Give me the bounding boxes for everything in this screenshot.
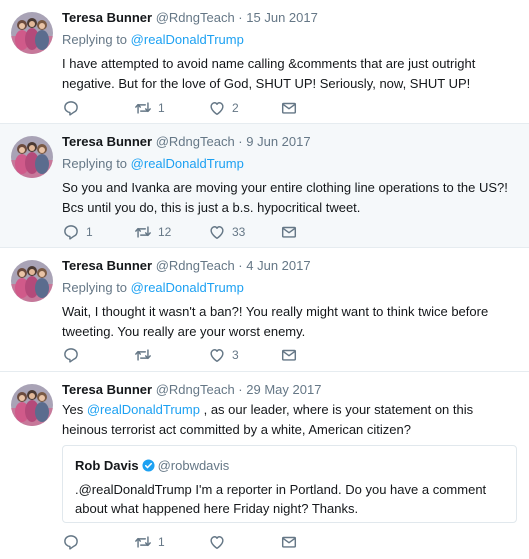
- tweet-date[interactable]: 4 Jun 2017: [246, 258, 310, 273]
- tweet-actions: 1 12 33: [62, 222, 302, 242]
- dm-icon: [280, 346, 298, 364]
- like-button[interactable]: [208, 532, 232, 552]
- tweet-header: Teresa Bunner @RdngTeach · 9 Jun 2017: [62, 134, 311, 150]
- dm-button[interactable]: [280, 345, 298, 365]
- like-button[interactable]: 3: [208, 345, 239, 365]
- mention-link[interactable]: @realDonaldTrump: [131, 280, 244, 295]
- replying-to-line: Replying to @realDonaldTrump: [62, 156, 244, 172]
- quoted-tweet-text: .@realDonaldTrump I'm a reporter in Port…: [75, 482, 487, 516]
- tweet-text: So you and Ivanka are moving your entire…: [62, 180, 508, 215]
- tweet-item[interactable]: Teresa Bunner @RdngTeach · 15 Jun 2017 R…: [0, 0, 529, 124]
- mention-link[interactable]: @realDonaldTrump: [131, 156, 244, 171]
- reply-icon: [62, 533, 80, 551]
- retweet-button[interactable]: [134, 345, 158, 365]
- dm-button[interactable]: [280, 222, 298, 242]
- replying-to-label: Replying to: [62, 280, 128, 295]
- retweet-icon: [134, 346, 152, 364]
- avatar[interactable]: [11, 136, 53, 178]
- dm-button[interactable]: [280, 532, 298, 552]
- tweet-text-prefix: Yes: [62, 402, 87, 417]
- like-count: 33: [232, 225, 246, 239]
- quoted-tweet[interactable]: Rob Davis @robwdavis .@realDonaldTrump I'…: [62, 445, 517, 523]
- like-icon: [208, 346, 226, 364]
- retweet-count: 1: [158, 535, 165, 549]
- user-handle[interactable]: @RdngTeach: [156, 10, 235, 25]
- dm-icon: [280, 533, 298, 551]
- replying-to-line: Replying to @realDonaldTrump: [62, 280, 244, 296]
- retweet-icon: [134, 223, 152, 241]
- user-name[interactable]: Teresa Bunner: [62, 134, 152, 149]
- dm-button[interactable]: [280, 98, 298, 118]
- quoted-user-handle[interactable]: @robwdavis: [158, 458, 230, 473]
- quoted-user-name[interactable]: Rob Davis: [75, 458, 139, 473]
- retweet-icon: [134, 533, 152, 551]
- tweet-text: Yes @realDonaldTrump , as our leader, wh…: [62, 400, 517, 440]
- like-button[interactable]: 2: [208, 98, 239, 118]
- tweet-header: Teresa Bunner @RdngTeach · 4 Jun 2017: [62, 258, 311, 274]
- tweet-date[interactable]: 15 Jun 2017: [246, 10, 318, 25]
- user-name[interactable]: Teresa Bunner: [62, 258, 152, 273]
- retweet-button[interactable]: 1: [134, 532, 165, 552]
- quoted-tweet-header: Rob Davis @robwdavis: [75, 458, 229, 474]
- tweet-header: Teresa Bunner @RdngTeach · 15 Jun 2017: [62, 10, 318, 26]
- like-count: 3: [232, 348, 239, 362]
- tweet-actions: 1 2: [62, 98, 302, 118]
- retweet-count: 12: [158, 225, 172, 239]
- separator-dot: ·: [238, 10, 243, 25]
- avatar[interactable]: [11, 384, 53, 426]
- avatar[interactable]: [11, 12, 53, 54]
- like-icon: [208, 223, 226, 241]
- dm-icon: [280, 223, 298, 241]
- tweet-item[interactable]: Teresa Bunner @RdngTeach · 4 Jun 2017 Re…: [0, 248, 529, 372]
- tweet-actions: 1: [62, 532, 302, 552]
- tweet-item[interactable]: Teresa Bunner @RdngTeach · 9 Jun 2017 Re…: [0, 124, 529, 248]
- tweet-text: Wait, I thought it wasn't a ban?! You re…: [62, 304, 489, 339]
- tweet-text: I have attempted to avoid name calling &…: [62, 56, 476, 91]
- separator-dot: ·: [238, 382, 243, 397]
- user-handle[interactable]: @RdngTeach: [156, 382, 235, 397]
- like-count: 2: [232, 101, 239, 115]
- replying-to-label: Replying to: [62, 156, 128, 171]
- avatar[interactable]: [11, 260, 53, 302]
- user-name[interactable]: Teresa Bunner: [62, 382, 152, 397]
- dm-icon: [280, 99, 298, 117]
- mention-link[interactable]: @realDonaldTrump: [131, 32, 244, 47]
- tweet-actions: 3: [62, 345, 302, 365]
- verified-icon: [142, 459, 155, 472]
- reply-button[interactable]: [62, 532, 86, 552]
- user-name[interactable]: Teresa Bunner: [62, 10, 152, 25]
- tweet-feed: Teresa Bunner @RdngTeach · 15 Jun 2017 R…: [0, 0, 529, 559]
- like-icon: [208, 533, 226, 551]
- like-button[interactable]: 33: [208, 222, 245, 242]
- user-handle[interactable]: @RdngTeach: [156, 134, 235, 149]
- separator-dot: ·: [238, 134, 243, 149]
- reply-icon: [62, 99, 80, 117]
- retweet-button[interactable]: 1: [134, 98, 165, 118]
- user-handle[interactable]: @RdngTeach: [156, 258, 235, 273]
- reply-icon: [62, 223, 80, 241]
- reply-button[interactable]: [62, 345, 86, 365]
- tweet-date[interactable]: 9 Jun 2017: [246, 134, 310, 149]
- reply-button[interactable]: 1: [62, 222, 93, 242]
- tweet-date[interactable]: 29 May 2017: [246, 382, 321, 397]
- retweet-icon: [134, 99, 152, 117]
- separator-dot: ·: [238, 258, 243, 273]
- tweet-item[interactable]: Teresa Bunner @RdngTeach · 29 May 2017 Y…: [0, 372, 529, 559]
- replying-to-line: Replying to @realDonaldTrump: [62, 32, 244, 48]
- reply-count: 1: [86, 225, 93, 239]
- reply-icon: [62, 346, 80, 364]
- like-icon: [208, 99, 226, 117]
- tweet-header: Teresa Bunner @RdngTeach · 29 May 2017: [62, 382, 321, 398]
- retweet-count: 1: [158, 101, 165, 115]
- mention-link[interactable]: @realDonaldTrump: [87, 402, 200, 417]
- replying-to-label: Replying to: [62, 32, 128, 47]
- reply-button[interactable]: [62, 98, 86, 118]
- retweet-button[interactable]: 12: [134, 222, 171, 242]
